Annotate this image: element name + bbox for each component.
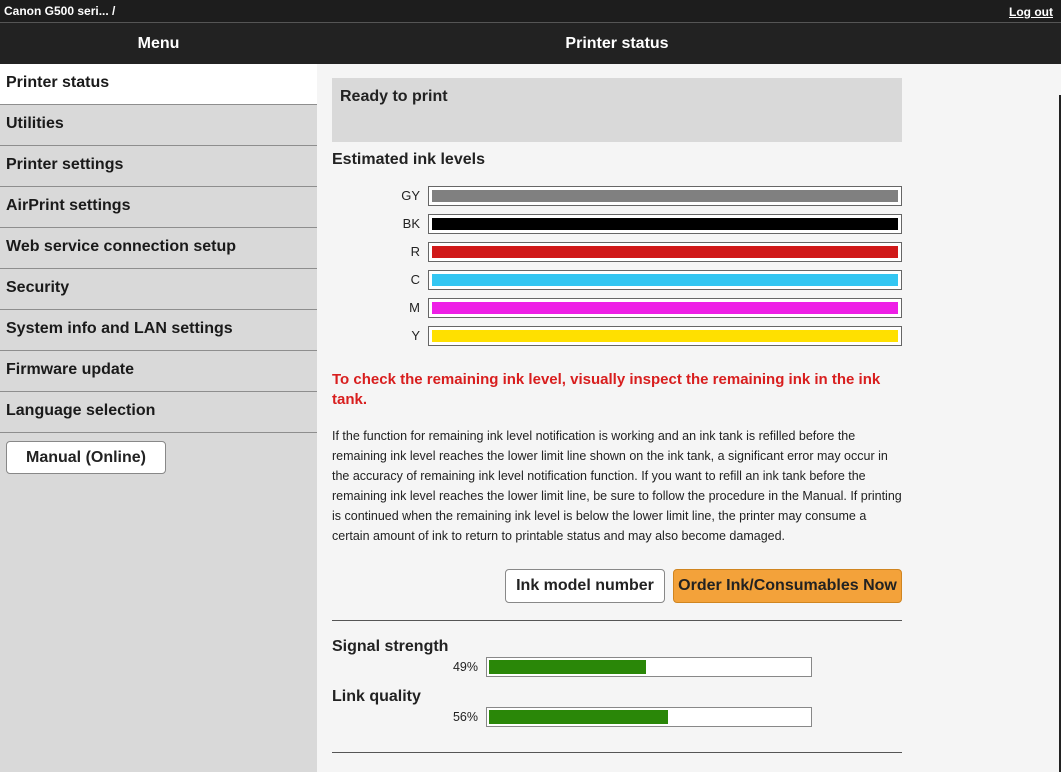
signal-strength-track <box>486 657 812 677</box>
sidebar-item-printer-settings[interactable]: Printer settings <box>0 146 317 187</box>
divider <box>332 752 902 753</box>
main-content: Ready to print Estimated ink levels GY B… <box>332 64 902 772</box>
ink-bar-track <box>428 270 902 290</box>
status-text: Ready to print <box>340 88 448 105</box>
ink-bar-fill <box>432 274 898 286</box>
link-quality-percent: 56% <box>452 710 478 724</box>
ink-row-r: R <box>332 242 902 262</box>
ink-model-number-button[interactable]: Ink model number <box>505 569 665 603</box>
device-name: Canon G500 seri... / <box>4 4 116 18</box>
ink-bar-track <box>428 242 902 262</box>
sidebar-item-language-selection[interactable]: Language selection <box>0 392 317 433</box>
ink-row-bk: BK <box>332 214 902 234</box>
ink-warning-text: To check the remaining ink level, visual… <box>332 371 881 408</box>
ink-bar-fill <box>432 190 898 202</box>
ink-label: BK <box>402 216 420 231</box>
ink-bar-track <box>428 186 902 206</box>
link-quality-fill <box>489 710 669 724</box>
ink-bar-track <box>428 298 902 318</box>
divider <box>332 620 902 621</box>
ink-bar-track <box>428 214 902 234</box>
ink-bar-track <box>428 326 902 346</box>
ink-label: Y <box>411 328 420 343</box>
ink-label: GY <box>401 188 420 203</box>
sidebar-item-security[interactable]: Security <box>0 269 317 310</box>
ink-bar-fill <box>432 246 898 258</box>
ink-bar-fill <box>432 218 898 230</box>
ink-notice-text: If the function for remaining ink level … <box>332 429 902 543</box>
sidebar-item-airprint-settings[interactable]: AirPrint settings <box>0 187 317 228</box>
ink-bar-fill <box>432 330 898 342</box>
signal-strength-percent: 49% <box>452 660 478 674</box>
order-ink-button[interactable]: Order Ink/Consumables Now <box>673 569 902 603</box>
sidebar-item-system-info[interactable]: System info and LAN settings <box>0 310 317 351</box>
sidebar-item-firmware-update[interactable]: Firmware update <box>0 351 317 392</box>
sidebar-item-web-service[interactable]: Web service connection setup <box>0 228 317 269</box>
sidebar-item-utilities[interactable]: Utilities <box>0 105 317 146</box>
ink-row-gy: GY <box>332 186 902 206</box>
ink-row-c: C <box>332 270 902 290</box>
signal-strength-title: Signal strength <box>332 638 449 655</box>
link-quality-title: Link quality <box>332 688 421 705</box>
manual-online-button[interactable]: Manual (Online) <box>6 441 166 474</box>
top-bar: Canon G500 seri... / Log out <box>0 0 1061 22</box>
signal-strength-fill <box>489 660 646 674</box>
ink-label: C <box>410 272 420 287</box>
sidebar-item-printer-status[interactable]: Printer status <box>0 64 317 105</box>
ink-label: M <box>409 300 420 315</box>
ink-levels-title: Estimated ink levels <box>332 151 485 168</box>
header-bar: Menu Printer status <box>0 22 1061 64</box>
menu-title: Menu <box>137 35 180 52</box>
ink-row-y: Y <box>332 326 902 346</box>
page-title: Printer status <box>565 35 669 52</box>
sidebar: Printer status Utilities Printer setting… <box>0 64 317 772</box>
ink-row-m: M <box>332 298 902 318</box>
link-quality-track <box>486 707 812 727</box>
status-box: Ready to print <box>332 78 902 142</box>
ink-bar-fill <box>432 302 898 314</box>
ink-label: R <box>410 244 420 259</box>
logout-link[interactable]: Log out <box>1009 5 1053 19</box>
